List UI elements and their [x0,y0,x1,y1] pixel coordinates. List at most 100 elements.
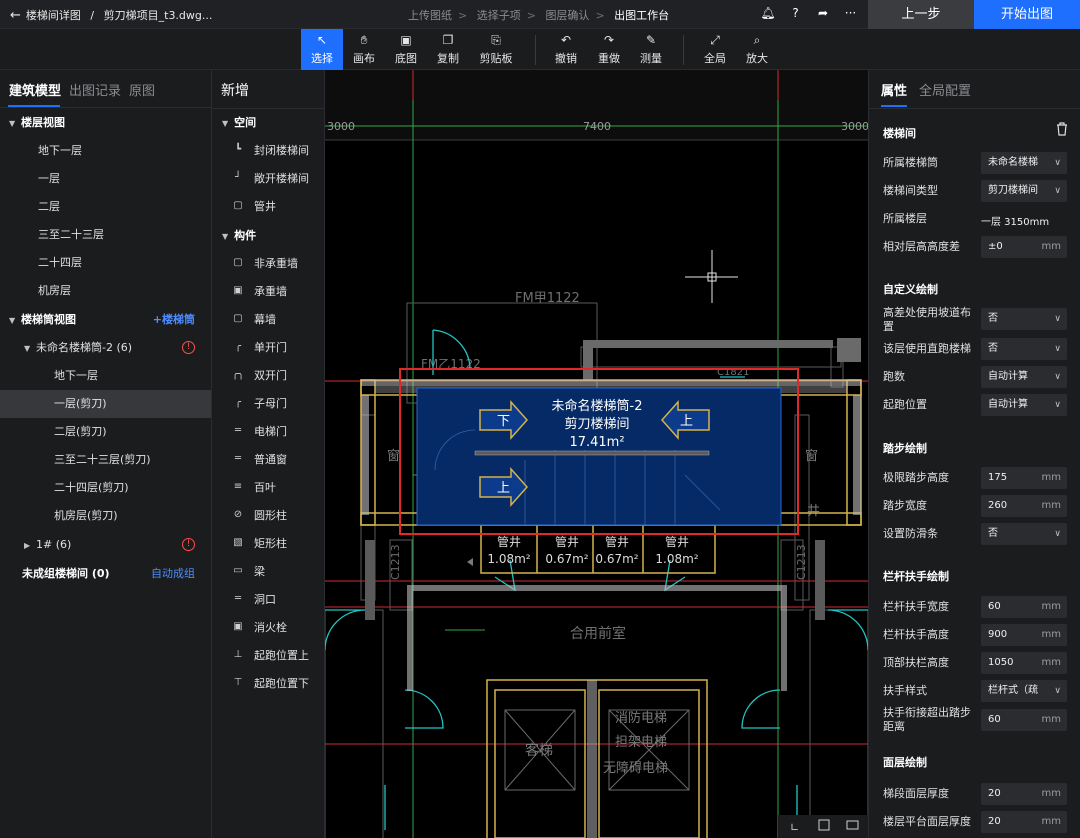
clipboard-icon: ⎘ [491,33,501,47]
straight-label: 该层使用直跑楼梯 [883,342,971,355]
belong-select[interactable]: 未命名楼梯 ∨ [981,152,1067,174]
tree-item-floor[interactable]: 一层 [0,165,211,193]
auto-group-button[interactable]: 自动成组 [151,560,195,588]
toolbar: ↖ 选择 ✋︎ 画布 ▣ 底图 ❐ 复制 ⎘ 剪贴板 ↶ 撤销 ↷ 重做 ✎ 测量 ⤢ 全局 ⌕ 放… [0,29,1080,70]
tree-item-floor[interactable]: 机房层 [0,277,211,305]
add-window[interactable]: ═ 普通窗 [212,446,324,474]
plat-surface-input[interactable]: 20 mm [981,811,1067,833]
tool-fit-all[interactable]: ⤢ 全局 [694,29,736,70]
space-section-header[interactable]: ▼ 空间 [222,109,256,137]
side-label-right2: 井 [807,504,820,519]
tree-item-stair-floor[interactable]: 地下一层 [0,362,211,390]
add-non-bearing-wall[interactable]: ▢ 非承重墙 [212,250,324,278]
rail-style-select[interactable]: 栏杆式（疏 ∨ [981,680,1067,702]
chevron-down-icon: ∨ [1054,344,1061,354]
ungrouped-header[interactable]: 未成组楼梯间 (0) 自动成组 [0,560,211,588]
add-mother-child-door[interactable]: ╭ 子母门 [212,390,324,418]
tab-export-records[interactable]: 出图记录 [69,80,121,99]
seg-surface-input[interactable]: 20 mm [981,783,1067,805]
tool-copy[interactable]: ❐ 复制 [427,29,469,70]
warning-icon[interactable]: ! [182,341,195,354]
tool-measure[interactable]: ✎ 测量 [630,29,672,70]
tab-building-model[interactable]: 建筑模型 [9,80,61,99]
step-width-input[interactable]: 260 mm [981,495,1067,517]
tree-item-stair-floor[interactable]: 二十四层(剪刀) [0,474,211,502]
section-surface: 面层绘制 [883,756,927,769]
back-arrow-icon[interactable]: ← [10,8,21,23]
tool-clipboard[interactable]: ⎘ 剪贴板 [475,29,517,70]
add-shaft[interactable]: ▢ 管井 [212,193,324,221]
trash-icon[interactable] [1056,122,1068,136]
add-louver[interactable]: ≡ 百叶 [212,474,324,502]
stair-type-label: 剪刀楼梯间 [564,416,629,432]
add-closed-stair[interactable]: ┗ 封闭楼梯间 [212,137,324,165]
rail-width-input[interactable]: 60 mm [981,596,1067,618]
add-rect-column[interactable]: ▧ 矩形柱 [212,530,324,558]
add-bearing-wall[interactable]: ▣ 承重墙 [212,278,324,306]
caret-right-icon: ▶ [24,541,31,550]
rail-height-input[interactable]: 900 mm [981,624,1067,646]
add-hydrant[interactable]: ▣ 消火栓 [212,614,324,642]
tool-select[interactable]: ↖ 选择 [301,29,343,70]
ramp-select[interactable]: 否 ∨ [981,308,1067,330]
add-start-up[interactable]: ⊥ 起跑位置上 [212,642,324,670]
drawing-canvas[interactable]: 3000 7400 3000 FM甲1122 FM乙1122 C1821 窗 窗… [325,70,868,838]
add-stair-button[interactable]: +楼梯筒 [153,306,195,334]
antislip-select[interactable]: 否 ∨ [981,523,1067,545]
help-icon[interactable]: ? [784,6,808,20]
tree-item-stair-floor[interactable]: 三至二十三层(剪刀) [0,446,211,474]
type-select[interactable]: 剪刀楼梯间 ∨ [981,180,1067,202]
add-single-door[interactable]: ╭ 单开门 [212,334,324,362]
image-icon: ▣ [400,33,412,47]
tool-canvas[interactable]: ✋︎ 画布 [343,29,385,70]
add-beam[interactable]: ▭ 梁 [212,558,324,586]
straight-select[interactable]: 否 ∨ [981,338,1067,360]
tree-item-floor[interactable]: 三至二十三层 [0,221,211,249]
bell-icon[interactable]: 🔔︎ [756,6,780,20]
tab-global-config[interactable]: 全局配置 [919,80,971,99]
tab-original[interactable]: 原图 [129,80,155,99]
step-workbench: 出图工作台 [614,9,670,22]
add-elevator-door[interactable]: ═ 电梯门 [212,418,324,446]
prev-step-button[interactable]: 上一步 [868,0,974,29]
rail-ext-input[interactable]: 60 mm [981,709,1067,731]
step-separator: > [458,9,468,22]
tree-item-stair-floor[interactable]: 机房层(剪刀) [0,502,211,530]
warning-icon[interactable]: ! [182,538,195,551]
tree-item-floor[interactable]: 二十四层 [0,249,211,277]
tree-item-stair-floor-selected[interactable]: 一层(剪刀) [0,390,211,418]
breadcrumb-title[interactable]: 楼梯间详图 [26,9,81,22]
stair-group-item[interactable]: ▶ 1# (6)! [0,531,211,559]
elevator-door-icon: ═ [234,425,242,436]
tool-zoom-in[interactable]: ⌕ 放大 [736,29,778,70]
floor-view-header[interactable]: ▼ 楼层视图 [0,109,211,137]
start-pos-select[interactable]: 自动计算 ∨ [981,394,1067,416]
redo-icon: ↷ [603,33,615,47]
add-curtain-wall[interactable]: ▢ 幕墙 [212,306,324,334]
add-open-stair[interactable]: ┘ 敞开楼梯间 [212,165,324,193]
add-start-down[interactable]: ⊤ 起跑位置下 [212,670,324,698]
louver-icon: ≡ [233,481,243,492]
height-diff-input[interactable]: ±0 mm [981,236,1067,258]
add-double-door[interactable]: ╭╮ 双开门 [212,362,324,390]
more-icon[interactable]: ··· [839,6,863,20]
tool-base-map[interactable]: ▣ 底图 [385,29,427,70]
elevator-left-label: 客梯 [525,742,553,759]
step-height-input[interactable]: 175 mm [981,467,1067,489]
tree-item-stair-floor[interactable]: 二层(剪刀) [0,418,211,446]
tree-item-floor[interactable]: 二层 [0,193,211,221]
component-section-header[interactable]: ▼ 构件 [222,222,256,250]
runs-select[interactable]: 自动计算 ∨ [981,366,1067,388]
share-icon[interactable]: ➦ [811,6,835,20]
wall-icon: ▢ [233,257,243,268]
tree-item-floor[interactable]: 地下一层 [0,137,211,165]
tool-undo[interactable]: ↶ 撤销 [545,29,587,70]
top-rail-input[interactable]: 1050 mm [981,652,1067,674]
add-opening[interactable]: ═ 洞口 [212,586,324,614]
tool-redo[interactable]: ↷ 重做 [588,29,630,70]
stair-group-item[interactable]: ▼ 未命名楼梯筒-2 (6)! [0,334,211,362]
start-export-button[interactable]: 开始出图 [974,0,1080,29]
add-round-column[interactable]: ⊘ 圆形柱 [212,502,324,530]
stair-view-header[interactable]: ▼ 楼梯筒视图 +楼梯筒 [0,306,211,334]
tab-properties[interactable]: 属性 [881,80,907,99]
